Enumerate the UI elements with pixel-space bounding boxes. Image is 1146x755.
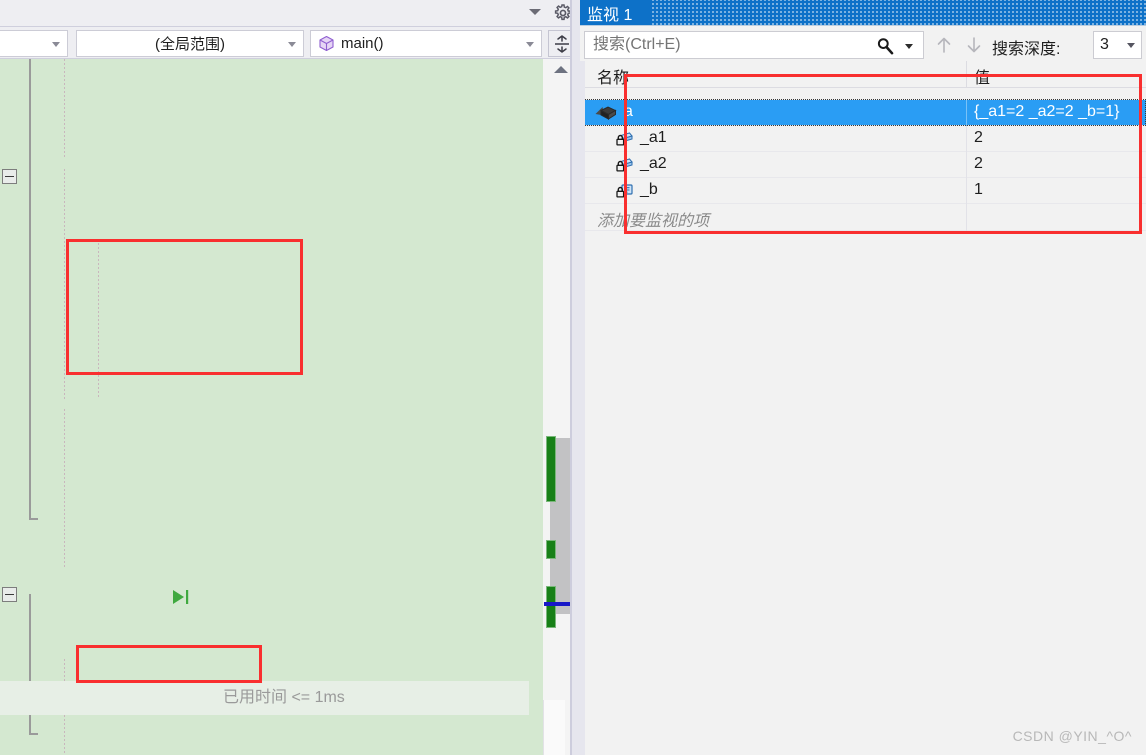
column-divider xyxy=(966,126,967,152)
run-to-cursor-icon[interactable] xyxy=(170,587,194,612)
member-dropdown[interactable]: main() xyxy=(310,30,542,57)
watch-row-value: 2 xyxy=(974,129,983,146)
watch-row-value: 1 xyxy=(974,181,983,198)
watch-row[interactable]: _b 1 xyxy=(584,178,1146,204)
column-divider xyxy=(966,100,967,126)
watch-grid[interactable]: 名称 值 a {_a1=2 _a2=2 _b=1} _a1 2 _a2 2 _b 1 添加要监… xyxy=(584,61,1146,755)
fold-toggle-main[interactable] xyxy=(2,587,17,602)
outline-foot-class xyxy=(29,518,38,520)
indent-guide xyxy=(64,59,65,159)
chevron-down-icon xyxy=(1127,43,1135,48)
private-const-field-icon xyxy=(614,181,634,206)
member-dropdown-value: main() xyxy=(341,35,384,52)
indent-guide xyxy=(64,409,65,569)
column-divider xyxy=(966,204,967,231)
chevron-down-icon[interactable] xyxy=(905,44,913,49)
fold-toggle-constructor[interactable] xyxy=(2,169,17,184)
column-divider[interactable] xyxy=(966,61,967,88)
watch-row-name: _a1 xyxy=(640,129,667,146)
search-input[interactable] xyxy=(591,35,861,55)
chevron-down-icon xyxy=(52,42,60,47)
code-editor-pane: (全局范围) main() 已用时间 <= 1ms xyxy=(0,0,580,755)
editor-right-gutter xyxy=(572,0,580,755)
editor-scroll-tail xyxy=(543,700,565,755)
search-icon[interactable] xyxy=(875,36,895,61)
watch-row[interactable]: a {_a1=2 _a2=2 _b=1} xyxy=(584,100,1146,126)
scope-dropdown-value: (全局范围) xyxy=(155,36,225,53)
app-window: (全局范围) main() 已用时间 <= 1ms 监视 1 搜索(Ctrl+E… xyxy=(0,0,1146,755)
elapsed-time-adornment: 已用时间 <= 1ms xyxy=(223,689,345,706)
column-divider xyxy=(966,152,967,178)
project-dropdown[interactable] xyxy=(0,30,68,57)
watch-row-name: a xyxy=(624,103,633,120)
change-marker xyxy=(546,436,556,502)
watch-titlebar[interactable]: 监视 1 xyxy=(580,0,1146,25)
private-field-icon xyxy=(614,155,634,180)
object-cube-icon xyxy=(598,103,618,128)
column-header-name[interactable]: 名称 xyxy=(597,64,629,88)
watch-title: 监视 1 xyxy=(587,6,633,24)
watch-row[interactable]: _a1 2 xyxy=(584,126,1146,152)
change-marker xyxy=(546,540,556,559)
search-depth-label: 搜索深度: xyxy=(992,41,1061,58)
search-next-button[interactable] xyxy=(962,33,986,57)
watermark: CSDN @YIN_^O^ xyxy=(1012,728,1132,744)
watch-row-name: _b xyxy=(640,181,658,198)
search-depth-value: 3 xyxy=(1100,36,1109,53)
indent-guide xyxy=(64,169,65,399)
editor-top-strip xyxy=(0,0,580,26)
chevron-down-icon xyxy=(526,42,534,47)
watch-grid-header: 名称 值 xyxy=(584,61,1146,88)
chevron-down-icon xyxy=(288,42,296,47)
outline-foot-main xyxy=(29,733,38,735)
chevron-down-icon[interactable] xyxy=(529,9,541,15)
code-surface[interactable]: ; public: A(int a1, int a2, int b) :_a1(… xyxy=(0,59,543,755)
column-divider xyxy=(966,178,967,204)
watch-add-row[interactable]: 添加要监视的项 xyxy=(584,204,1146,231)
scope-dropdown[interactable]: (全局范围) xyxy=(76,30,304,57)
watch-add-placeholder: 添加要监视的项 xyxy=(597,213,710,230)
column-header-value[interactable]: 值 xyxy=(974,64,990,88)
cube-icon xyxy=(318,35,335,52)
pane-splitter[interactable] xyxy=(570,0,572,755)
scroll-up-arrow-icon[interactable] xyxy=(554,66,568,73)
titlebar-grip xyxy=(652,0,1146,25)
outline-rail-class xyxy=(29,59,31,519)
watch-row-name: _a2 xyxy=(640,155,667,172)
watch-toolbar: 搜索深度: 3 xyxy=(580,25,1146,61)
watch-row[interactable]: _a2 2 xyxy=(584,152,1146,178)
editor-navigation-bar: (全局范围) main() xyxy=(0,26,580,59)
watch-pane: 监视 1 搜索(Ctrl+E) 搜索深度: 3 名称 值 a {_a1=2 _a… xyxy=(580,0,1146,755)
search-box[interactable] xyxy=(584,31,924,59)
watch-row-value: {_a1=2 _a2=2 _b=1} xyxy=(974,103,1120,120)
search-prev-button[interactable] xyxy=(932,33,956,57)
watch-row-value: 2 xyxy=(974,155,983,172)
change-marker xyxy=(546,586,556,628)
indent-guide xyxy=(98,239,99,399)
watch-pane-left-edge xyxy=(580,61,585,755)
private-field-icon xyxy=(614,129,634,154)
search-depth-dropdown[interactable]: 3 xyxy=(1093,31,1142,59)
